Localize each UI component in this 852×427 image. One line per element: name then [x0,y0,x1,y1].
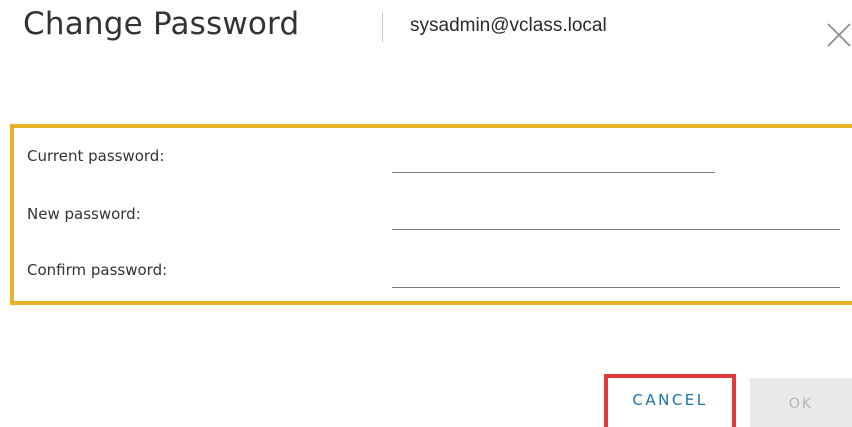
confirm-password-input[interactable] [392,265,840,288]
ok-button-label: OK [788,396,814,412]
dialog-title: Change Password [23,6,300,42]
close-icon [827,23,851,47]
confirm-password-label: Confirm password: [27,261,168,279]
close-button[interactable] [826,22,852,48]
ok-button[interactable]: OK [750,378,852,427]
new-password-label: New password: [27,205,141,223]
current-password-label: Current password: [27,147,165,165]
password-form: Current password: New password: Confirm … [10,124,852,305]
current-password-input[interactable] [392,150,715,173]
account-name: sysadmin@vclass.local [410,15,607,36]
new-password-input[interactable] [392,207,840,230]
cancel-button-label: CANCEL [632,391,708,409]
title-divider [382,12,383,42]
change-password-dialog: Change Password sysadmin@vclass.local Cu… [0,0,852,427]
cancel-button[interactable]: CANCEL [604,374,736,427]
